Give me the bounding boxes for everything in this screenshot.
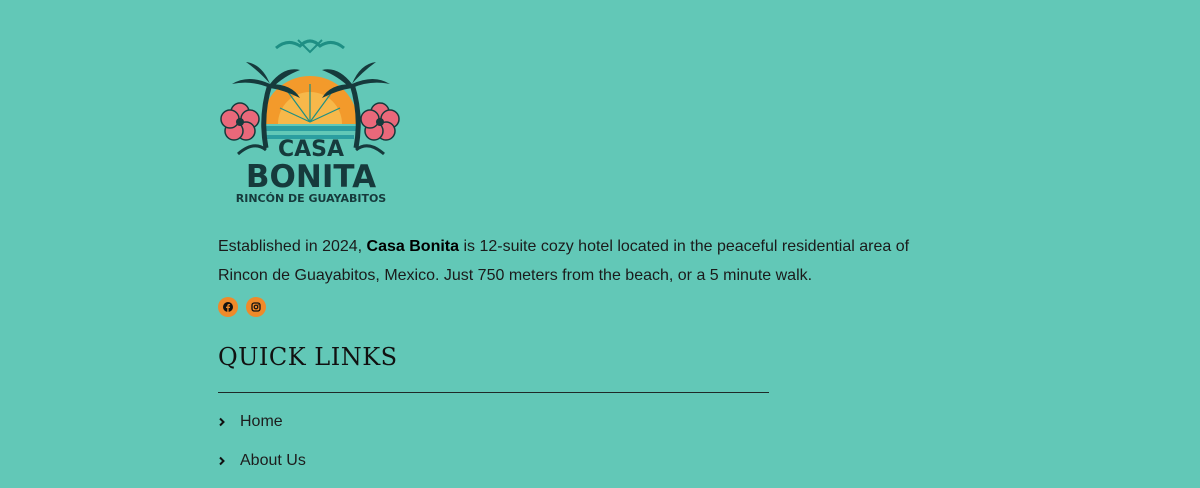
chevron-right-icon [218, 456, 240, 466]
quick-link-label: About Us [240, 452, 306, 469]
quick-links-list: Home About Us [218, 410, 306, 488]
quick-link-about-us[interactable]: About Us [218, 449, 306, 473]
instagram-link[interactable] [246, 297, 266, 317]
casa-bonita-logo[interactable]: CASA BONITA RINCÓN DE GUAYABITOS [218, 36, 404, 208]
instagram-icon [251, 302, 261, 312]
site-footer: CASA BONITA RINCÓN DE GUAYABITOS Establi… [0, 0, 1200, 469]
facebook-icon [223, 302, 233, 312]
hotel-description: Established in 2024, Casa Bonita is 12-s… [218, 232, 958, 290]
quick-link-home[interactable]: Home [218, 410, 306, 434]
logo-graphic: CASA BONITA RINCÓN DE GUAYABITOS [220, 39, 400, 205]
facebook-link[interactable] [218, 297, 238, 317]
chevron-right-icon [218, 417, 240, 427]
hotel-name: Casa Bonita [366, 238, 460, 255]
quick-link-label: Home [240, 413, 283, 430]
svg-text:BONITA: BONITA [246, 159, 376, 195]
description-intro: Established in 2024, [218, 238, 367, 255]
heading-divider [218, 392, 769, 393]
social-links [218, 297, 266, 317]
quick-links-heading: QUICK LINKS [218, 343, 398, 371]
svg-text:RINCÓN DE GUAYABITOS: RINCÓN DE GUAYABITOS [236, 192, 387, 205]
